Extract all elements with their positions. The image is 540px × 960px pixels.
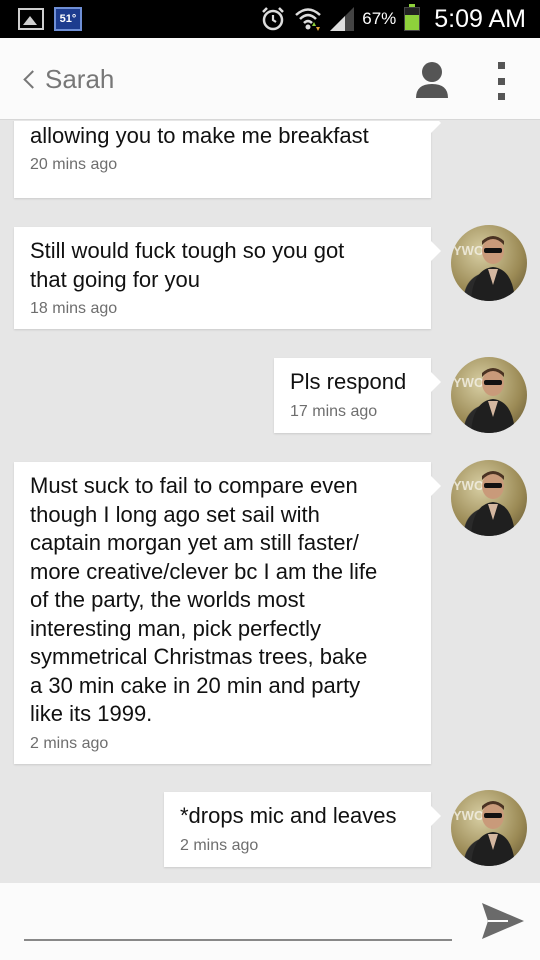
bubble-tail: [431, 121, 441, 133]
sender-avatar[interactable]: YWOOD: [451, 790, 527, 866]
clock: 5:09 AM: [434, 4, 526, 33]
message-bubble[interactable]: Must suck to fail to compare even though…: [14, 462, 441, 764]
status-bar: 51° 67% 5:09 AM: [0, 0, 540, 38]
battery-level: [405, 15, 420, 30]
avatar-photo: YWOOD: [453, 236, 515, 301]
message-text: *drops mic and leaves: [180, 803, 397, 828]
contact-person-icon[interactable]: [410, 60, 454, 100]
bubble-tail: [431, 372, 441, 392]
sender-avatar[interactable]: YWOOD: [451, 225, 527, 301]
bubble-tail: [431, 476, 441, 496]
message-time: 20 mins ago: [30, 156, 118, 173]
alarm-icon: [262, 7, 285, 31]
message-time: 2 mins ago: [30, 734, 109, 752]
back-button[interactable]: Sarah: [20, 58, 114, 100]
contact-name: Sarah: [45, 63, 115, 94]
message-time: 18 mins ago: [30, 300, 118, 317]
message-list[interactable]: response, I'll have yo reconsider allowi…: [0, 121, 540, 883]
signal-icon: [330, 7, 355, 31]
message-text: Pls respond: [290, 369, 407, 394]
message-time: 2 mins ago: [180, 836, 259, 854]
battery-percent: 67%: [362, 9, 397, 28]
message-text: response, I'll have yo reconsider allowi…: [30, 122, 369, 148]
message-text: Must suck to fail to compare even though…: [30, 473, 378, 726]
message-input[interactable]: [24, 901, 452, 941]
weather-icon: 51°: [54, 7, 82, 31]
message-composer: [0, 883, 540, 960]
message-bubble[interactable]: response, I'll have yo reconsider allowi…: [14, 121, 441, 198]
message-time: 17 mins ago: [290, 402, 378, 420]
sender-avatar[interactable]: YWOOD: [451, 357, 527, 433]
message-bubble[interactable]: Still would fuck tough so you got that g…: [14, 227, 441, 329]
wifi-icon: [295, 8, 322, 31]
bubble-tail: [431, 241, 441, 261]
gallery-icon: [18, 8, 44, 30]
battery-icon: [404, 4, 421, 31]
sender-avatar[interactable]: YWOOD: [451, 460, 527, 536]
send-arrow-icon[interactable]: [478, 899, 526, 943]
conversation-header: Sarah: [0, 38, 540, 120]
overflow-menu-icon[interactable]: [490, 60, 512, 102]
bubble-tail: [431, 806, 441, 826]
temperature-text: 51°: [59, 13, 77, 25]
message-text: Still would fuck tough so you got that g…: [30, 238, 345, 292]
message-bubble[interactable]: Pls respond 17 mins ago: [274, 358, 441, 433]
message-bubble[interactable]: *drops mic and leaves 2 mins ago: [164, 792, 441, 867]
avatar-photo: YWOOD: [453, 471, 515, 536]
back-chevron-icon: [23, 69, 42, 89]
avatar-photo: YWOOD: [453, 801, 515, 866]
avatar-photo: YWOOD: [453, 368, 515, 433]
